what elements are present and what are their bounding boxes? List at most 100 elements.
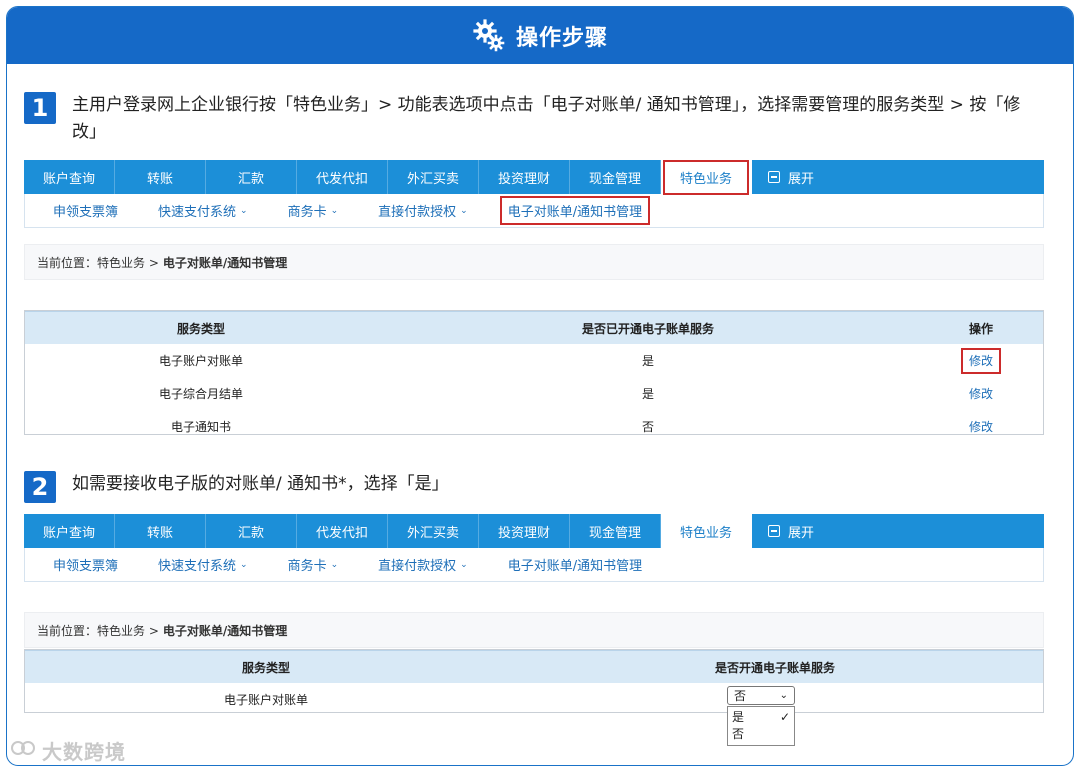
step-number: 1 — [24, 92, 56, 124]
expand-button[interactable]: 展开 — [768, 168, 814, 187]
breadcrumb-2: 当前位置：特色业务 > 电子对账单/通知书管理 — [24, 612, 1044, 648]
cell-action: 修改 — [919, 344, 1043, 377]
nav-item-account[interactable]: 账户查询 — [24, 160, 115, 194]
modify-link[interactable]: 修改 — [960, 348, 1001, 374]
subnav-card[interactable]: 商务卡 ⌄ — [288, 201, 339, 220]
cell-action: 修改 — [919, 410, 1043, 443]
table-row: 电子账户对账单 — [25, 683, 1043, 716]
subnav-label: 直接付款授权 — [378, 205, 457, 220]
collapse-icon — [768, 525, 780, 537]
main-nav-1: 账户查询 转账 汇款 代发代扣 外汇买卖 投资理财 现金管理 特色业务 展开 — [24, 159, 1044, 195]
nav-item-payroll[interactable]: 代发代扣 — [297, 514, 388, 548]
step-number: 2 — [24, 471, 56, 503]
expand-button[interactable]: 展开 — [768, 522, 814, 541]
subnav-cheque[interactable]: 申领支票簿 — [53, 201, 118, 220]
nav-item-account[interactable]: 账户查询 — [24, 514, 115, 548]
logo-icon — [8, 738, 38, 763]
cell-action: 修改 — [919, 377, 1043, 410]
breadcrumb-1: 当前位置：特色业务 > 电子对账单/通知书管理 — [24, 244, 1044, 280]
subnav-fps[interactable]: 快速支付系统 ⌄ — [158, 555, 248, 574]
gears-icon — [472, 18, 506, 53]
subnav-label: 申领支票簿 — [53, 559, 119, 574]
expand-label: 展开 — [788, 525, 815, 541]
nav-item-fx[interactable]: 外汇买卖 — [388, 514, 479, 548]
nav-item-transfer[interactable]: 转账 — [115, 514, 206, 548]
header-bar: 操作步骤 — [7, 7, 1073, 64]
service-table-1: 服务类型 是否已开通电子账单服务 操作 电子账户对账单 是 修改 电子综合月结单… — [24, 310, 1044, 435]
cell-status: 是 — [641, 354, 654, 368]
expand-label: 展开 — [788, 171, 815, 187]
modify-link[interactable]: 修改 — [969, 387, 993, 401]
check-icon: ✓ — [779, 710, 790, 724]
sub-nav-1: 申领支票簿 快速支付系统 ⌄ 商务卡 ⌄ 直接付款授权 ⌄ 电子对账单/通知书管理 — [24, 194, 1044, 228]
nav-item-invest[interactable]: 投资理财 — [479, 160, 570, 194]
subnav-label: 快速支付系统 — [158, 559, 237, 574]
nav-item-invest[interactable]: 投资理财 — [479, 514, 570, 548]
chevron-down-icon: ⌄ — [330, 205, 339, 216]
main-nav-2: 账户查询 转账 汇款 代发代扣 外汇买卖 投资理财 现金管理 特色业务 展开 — [24, 514, 1044, 548]
subnav-label: 申领支票簿 — [53, 205, 119, 220]
subnav-fps[interactable]: 快速支付系统 ⌄ — [158, 201, 248, 220]
page-title: 操作步骤 — [515, 25, 608, 51]
subnav-direct-debit[interactable]: 直接付款授权 ⌄ — [378, 555, 468, 574]
chevron-down-icon: ⌄ — [330, 559, 339, 570]
status-select[interactable]: 否 ⌄ — [727, 686, 795, 705]
option-label: 是 — [732, 710, 745, 724]
nav-item-special[interactable]: 特色业务 — [661, 514, 752, 548]
modify-link[interactable]: 修改 — [969, 420, 993, 434]
option-label: 否 — [732, 727, 745, 741]
subnav-direct-debit[interactable]: 直接付款授权 ⌄ — [378, 201, 468, 220]
col-header-type: 服务类型 — [25, 311, 377, 344]
cell-status: 否 — [641, 420, 654, 434]
subnav-label: 商务卡 — [287, 559, 327, 574]
step-2: 2 如需要接收电子版的对账单/ 通知书*，选择「是」 — [24, 471, 1022, 503]
nav-item-payroll[interactable]: 代发代扣 — [297, 160, 388, 194]
nav-item-remit[interactable]: 汇款 — [206, 160, 297, 194]
nav-item-fx[interactable]: 外汇买卖 — [388, 160, 479, 194]
cell-type: 电子通知书 — [170, 420, 231, 434]
subnav-label: 快速支付系统 — [158, 205, 237, 220]
step-text: 主用户登录网上企业银行按「特色业务」> 功能表选项中点击「电子对账单/ 通知书管… — [72, 95, 1021, 142]
table-row: 电子账户对账单 是 修改 — [25, 344, 1043, 377]
table-row: 电子通知书 否 修改 — [25, 410, 1043, 443]
nav-item-cash[interactable]: 现金管理 — [570, 514, 661, 548]
service-table-2: 服务类型 是否开通电子账单服务 电子账户对账单 — [24, 649, 1044, 713]
col-header-status: 是否已开通电子账单服务 — [377, 311, 919, 344]
cell-type: 电子账户对账单 — [223, 693, 308, 707]
select-value: 否 — [734, 689, 747, 703]
nav-item-cash[interactable]: 现金管理 — [570, 160, 661, 194]
cell-type: 电子账户对账单 — [158, 354, 243, 368]
sub-nav-2: 申领支票簿 快速支付系统 ⌄ 商务卡 ⌄ 直接付款授权 ⌄ 电子对账单/通知书管理 — [24, 548, 1044, 582]
cell-type: 电子综合月结单 — [158, 387, 243, 401]
subnav-estatement[interactable]: 电子对账单/通知书管理 — [508, 555, 642, 574]
step-text: 如需要接收电子版的对账单/ 通知书*，选择「是」 — [72, 474, 449, 494]
option-no[interactable]: 否 — [732, 726, 790, 743]
step-1: 1 主用户登录网上企业银行按「特色业务」> 功能表选项中点击「电子对账单/ 通知… — [24, 92, 1022, 146]
cell-status: 是 — [641, 387, 654, 401]
subnav-label: 直接付款授权 — [378, 559, 457, 574]
nav-item-special[interactable]: 特色业务 — [661, 159, 752, 195]
breadcrumb-current: 电子对账单/通知书管理 — [162, 623, 288, 638]
option-yes[interactable]: 是 ✓ — [732, 709, 790, 726]
subnav-cheque[interactable]: 申领支票簿 — [53, 555, 118, 574]
subnav-label: 电子对账单/通知书管理 — [507, 559, 643, 574]
nav-item-transfer[interactable]: 转账 — [115, 160, 206, 194]
chevron-down-icon: ⌄ — [240, 559, 248, 570]
nav-item-label: 特色业务 — [662, 159, 749, 195]
nav-item-remit[interactable]: 汇款 — [206, 514, 297, 548]
watermark: 大数跨境 — [8, 736, 126, 765]
chevron-down-icon: ⌄ — [460, 559, 468, 570]
breadcrumb-prefix: 当前位置：特色业务 > — [37, 255, 159, 270]
subnav-card[interactable]: 商务卡 ⌄ — [288, 555, 339, 574]
breadcrumb-prefix: 当前位置：特色业务 > — [37, 623, 159, 638]
collapse-icon — [768, 171, 780, 183]
col-header-action: 操作 — [919, 311, 1043, 344]
breadcrumb-current: 电子对账单/通知书管理 — [162, 255, 288, 270]
chevron-down-icon: ⌄ — [240, 205, 248, 216]
chevron-down-icon: ⌄ — [460, 205, 468, 216]
subnav-label: 电子对账单/通知书管理 — [507, 205, 643, 220]
table-row: 电子综合月结单 是 修改 — [25, 377, 1043, 410]
col-header-type: 服务类型 — [25, 650, 507, 683]
table-header-row: 服务类型 是否开通电子账单服务 — [25, 650, 1043, 683]
subnav-estatement[interactable]: 电子对账单/通知书管理 — [499, 196, 651, 225]
